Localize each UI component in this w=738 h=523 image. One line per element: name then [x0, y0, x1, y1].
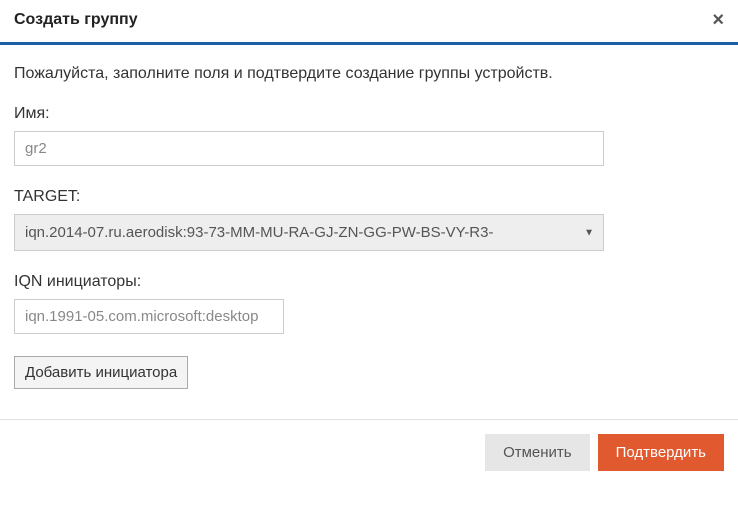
add-initiator-button[interactable]: Добавить инициатора [14, 356, 188, 389]
target-group: TARGET: iqn.2014-07.ru.aerodisk:93-73-MM… [14, 188, 724, 251]
modal-header: Создать группу × [0, 0, 738, 45]
confirm-button[interactable]: Подтвердить [598, 434, 724, 471]
modal-title: Создать группу [14, 11, 138, 29]
target-label: TARGET: [14, 188, 724, 206]
modal-footer: Отменить Подтвердить [0, 419, 738, 485]
modal-body: Пожалуйста, заполните поля и подтвердите… [0, 45, 738, 419]
name-group: Имя: [14, 105, 724, 166]
iqn-input[interactable] [14, 299, 284, 334]
name-input[interactable] [14, 131, 604, 166]
cancel-button[interactable]: Отменить [485, 434, 590, 471]
name-label: Имя: [14, 105, 724, 123]
modal-description: Пожалуйста, заполните поля и подтвердите… [14, 65, 724, 83]
target-select-wrap: iqn.2014-07.ru.aerodisk:93-73-MM-MU-RA-G… [14, 214, 604, 251]
close-icon[interactable]: × [712, 10, 724, 30]
target-select[interactable]: iqn.2014-07.ru.aerodisk:93-73-MM-MU-RA-G… [14, 214, 604, 251]
iqn-group: IQN инициаторы: [14, 273, 724, 334]
iqn-label: IQN инициаторы: [14, 273, 724, 291]
